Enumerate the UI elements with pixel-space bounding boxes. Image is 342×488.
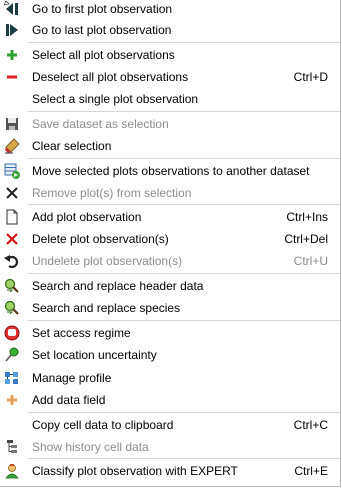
menu-separator: [28, 320, 340, 321]
menu-item-label: Delete plot observation(s): [32, 232, 169, 246]
menu-item-label: Set location uncertainty: [32, 348, 157, 362]
menu-item-label: Add data field: [32, 393, 106, 407]
plus-icon: [4, 47, 20, 63]
menu-item-go-to-last[interactable]: Go to last plot observation: [0, 19, 340, 41]
menu-item-shortcut: Ctrl+E: [294, 464, 328, 478]
menu-item-label: Undelete plot observation(s): [32, 254, 183, 268]
menu-separator: [28, 158, 340, 159]
menu-item-classify-expert[interactable]: Classify plot observation with EXPERT Ct…: [0, 460, 340, 482]
menu-item-add-data-field[interactable]: Add data field: [0, 389, 340, 411]
menu-item-label: Select a single plot observation: [32, 92, 199, 106]
menu-item-remove-from-selection[interactable]: Remove plot(s) from selection: [0, 182, 340, 204]
stop-icon: [4, 325, 20, 341]
menu-separator: [28, 412, 340, 413]
minus-icon: [4, 69, 20, 85]
last-record-icon: [4, 22, 20, 38]
menu-item-label: Manage profile: [32, 371, 112, 385]
search-replace-icon: [4, 300, 20, 316]
move-dataset-icon: [4, 163, 20, 179]
menu-item-label: Select all plot observations: [32, 48, 175, 62]
menu-item-go-to-first[interactable]: Go to first plot observation: [0, 0, 340, 20]
menu-item-label: Search and replace header data: [32, 279, 204, 293]
menu-item-label: Add plot observation: [32, 210, 142, 224]
new-document-icon: [4, 209, 20, 225]
menu-item-label: Set access regime: [32, 326, 131, 340]
context-menu: Go to first plot observation Go to last …: [0, 0, 341, 487]
menu-item-save-dataset-as-selection[interactable]: Save dataset as selection: [0, 113, 340, 135]
menu-item-label: Deselect all plot observations: [32, 70, 189, 84]
profile-icon: [4, 370, 20, 386]
expert-icon: [4, 463, 20, 479]
menu-item-manage-profile[interactable]: Manage profile: [0, 367, 340, 389]
remove-x-icon: [4, 185, 20, 201]
menu-item-label: Copy cell data to clipboard: [32, 418, 174, 432]
menu-item-shortcut: Ctrl+Ins: [286, 210, 328, 224]
menu-item-label: Save dataset as selection: [32, 117, 169, 131]
history-tree-icon: [4, 439, 20, 455]
menu-item-shortcut: Ctrl+Del: [284, 232, 328, 246]
menu-item-clear-selection[interactable]: Clear selection: [0, 135, 340, 157]
menu-item-copy-cell-data[interactable]: Copy cell data to clipboard Ctrl+C: [0, 414, 340, 436]
menu-item-set-access-regime[interactable]: Set access regime: [0, 322, 340, 344]
menu-item-search-replace-header[interactable]: Search and replace header data: [0, 275, 340, 297]
search-replace-icon: [4, 278, 20, 294]
first-record-icon: [4, 1, 20, 17]
menu-item-shortcut: Ctrl+D: [293, 70, 328, 84]
menu-item-label: Show history cell data: [32, 440, 149, 454]
menu-item-delete-plot[interactable]: Delete plot observation(s) Ctrl+Del: [0, 228, 340, 250]
menu-item-search-replace-species[interactable]: Search and replace species: [0, 297, 340, 319]
eraser-icon: [4, 138, 20, 154]
menu-item-select-all[interactable]: Select all plot observations: [0, 44, 340, 66]
menu-separator: [28, 204, 340, 205]
menu-item-select-single[interactable]: Select a single plot observation: [0, 88, 340, 110]
pushpin-icon: [4, 347, 20, 363]
menu-item-shortcut: Ctrl+C: [293, 418, 328, 432]
menu-item-show-history[interactable]: Show history cell data: [0, 436, 340, 458]
menu-item-shortcut: Ctrl+U: [293, 254, 328, 268]
menu-separator: [28, 111, 340, 112]
menu-separator: [28, 273, 340, 274]
delete-x-icon: [4, 231, 20, 247]
menu-item-label: Search and replace species: [32, 301, 181, 315]
menu-item-deselect-all[interactable]: Deselect all plot observations Ctrl+D: [0, 66, 340, 88]
menu-item-add-plot[interactable]: Add plot observation Ctrl+Ins: [0, 206, 340, 228]
menu-separator: [28, 42, 340, 43]
menu-item-undelete-plot[interactable]: Undelete plot observation(s) Ctrl+U: [0, 250, 340, 272]
add-field-icon: [4, 392, 20, 408]
menu-item-label: Remove plot(s) from selection: [32, 186, 192, 200]
menu-item-label: Go to first plot observation: [32, 2, 173, 16]
undo-icon: [4, 253, 20, 269]
menu-item-label: Clear selection: [32, 139, 112, 153]
menu-item-label: Move selected plots observations to anot…: [32, 164, 310, 178]
menu-item-move-to-dataset[interactable]: Move selected plots observations to anot…: [0, 160, 340, 182]
save-icon: [4, 116, 20, 132]
menu-item-label: Go to last plot observation: [32, 23, 172, 37]
menu-separator: [28, 458, 340, 459]
menu-item-set-location-uncertainty[interactable]: Set location uncertainty: [0, 344, 340, 366]
menu-item-label: Classify plot observation with EXPERT: [32, 464, 238, 478]
